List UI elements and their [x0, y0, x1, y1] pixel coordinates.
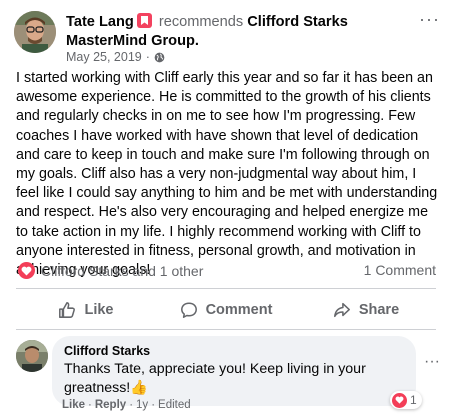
author-name[interactable]: Tate Lang — [66, 14, 134, 30]
thumbs-up-icon — [59, 302, 76, 318]
like-label: Like — [84, 302, 114, 318]
comment-label: Comment — [205, 302, 273, 318]
comment-time[interactable]: 1y — [136, 399, 148, 411]
love-reaction-icon — [392, 392, 407, 408]
reaction-summary[interactable]: Clifford Starks and 1 other — [18, 262, 203, 279]
post-date[interactable]: May 25, 2019 — [66, 50, 142, 64]
post-options-icon[interactable]: ··· — [419, 10, 440, 28]
action-bar: Like Comment Share — [16, 291, 436, 329]
commenter-avatar[interactable] — [16, 340, 48, 372]
comment-text: Thanks Tate, appreciate you! Keep living… — [64, 361, 366, 396]
meta-dot: · — [151, 399, 156, 411]
comment-reply-link[interactable]: Reply — [95, 399, 126, 411]
share-button[interactable]: Share — [296, 291, 436, 329]
comment-reaction-badge[interactable]: 1 — [390, 391, 422, 409]
divider — [16, 288, 436, 289]
meta-separator: · — [145, 50, 150, 64]
comment-options-icon[interactable]: ··· — [424, 354, 440, 370]
love-reaction-icon — [18, 262, 35, 279]
recommend-icon — [136, 13, 152, 28]
comment-bubble: Clifford Starks Thanks Tate, appreciate … — [52, 336, 416, 406]
recommend-verb: recommends — [158, 14, 244, 30]
reaction-summary-text: Clifford Starks and 1 other — [41, 262, 204, 279]
author-avatar[interactable] — [14, 11, 56, 53]
post-meta: May 25, 2019 · — [66, 50, 165, 64]
meta-dot: · — [129, 399, 134, 411]
comment-icon — [180, 302, 197, 318]
comment-like-link[interactable]: Like — [62, 399, 85, 411]
comment-edited[interactable]: Edited — [158, 399, 191, 411]
like-button[interactable]: Like — [16, 291, 156, 329]
commenter-name[interactable]: Clifford Starks — [64, 343, 404, 359]
globe-icon — [154, 52, 165, 63]
post-header: Tate Lang recommends Clifford Starks Mast… — [66, 13, 426, 51]
post-body: I started working with Cliff early this … — [16, 70, 438, 279]
comment-count[interactable]: 1 Comment — [364, 262, 436, 278]
meta-dot: · — [88, 399, 92, 411]
comment-button[interactable]: Comment — [156, 291, 296, 329]
share-label: Share — [358, 302, 400, 318]
divider — [16, 329, 436, 330]
comment-reaction-count: 1 — [410, 393, 417, 407]
share-icon — [333, 302, 350, 318]
post-card: Tate Lang recommends Clifford Starks Mast… — [0, 0, 452, 414]
comment-meta: Like · Reply · 1y · Edited — [62, 399, 191, 411]
